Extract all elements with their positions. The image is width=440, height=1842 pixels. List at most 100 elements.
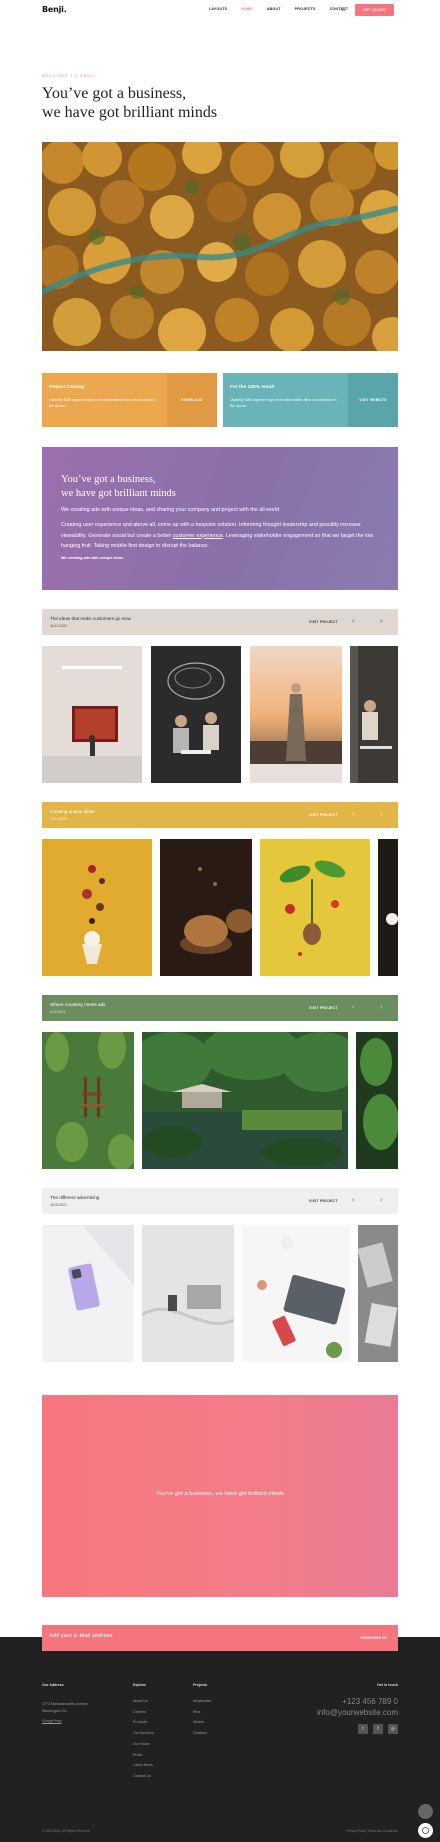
nav-about[interactable]: ABOUT [267,7,281,11]
visit-project-link[interactable]: VISIT PROJECT [309,813,338,817]
email-input[interactable]: Add your E-Mail address [49,1633,112,1639]
gallery-title: The different advertising [50,1195,100,1200]
visit-website-button[interactable]: VISIT WEBSITE [348,373,398,427]
chevron-left-icon[interactable]: ‹ [352,1003,355,1011]
customer-experience-link[interactable]: customer experience [173,533,223,539]
footer-link[interactable]: About Us [133,1696,154,1707]
about-block: You’ve got a business, we have got brill… [42,447,398,590]
gallery-header: Where creativity meets ads 4.12.2021 VIS… [42,995,398,1021]
footer-link[interactable]: Careers [133,1707,154,1718]
footer-link[interactable]: Press [133,1750,154,1761]
main-nav: LAYOUTS HOME ABOUT PROJECTS CONTACT [209,7,362,11]
gallery-title: Where creativity meets ads [50,1002,106,1007]
address-text: 3772 Massachusetts Avenue Washington DC [42,1701,88,1714]
facebook-icon[interactable]: f [373,1724,383,1734]
footer-link[interactable]: Riva [193,1707,211,1718]
result-card: For the 100% result Usability B2B segmen… [223,373,398,427]
footer-email[interactable]: info@yourwebsite.com [317,1708,398,1717]
hero-forest-image [42,142,398,351]
footer-link[interactable]: Our Vision [133,1739,154,1750]
scroll-top-button[interactable] [418,1804,433,1819]
visit-project-link[interactable]: VISIT PROJECT [309,1199,338,1203]
twitter-icon[interactable]: t [358,1724,368,1734]
gallery-slider[interactable] [0,646,440,783]
gallery-image [151,646,241,783]
card-title: For the 100% result [230,385,275,390]
about-tagline: We creating ads with unique ideas. [61,556,125,560]
visit-project-link[interactable]: VISIT PROJECT [309,620,338,624]
chevron-right-icon[interactable]: › [380,617,383,625]
footer-link[interactable]: Our Services [133,1728,154,1739]
card-description: Usability B2B segment high-level deliver… [230,398,337,408]
nav-projects[interactable]: PROJECTS [295,7,316,11]
download-button[interactable]: DOWNLOAD [167,373,217,427]
gallery-image [160,839,252,976]
gallery-slider[interactable] [0,1225,440,1362]
nav-layouts[interactable]: LAYOUTS [209,7,227,11]
gallery-image [142,1032,348,1169]
gallery-date: 18.05.2021 [50,1203,67,1207]
contact-heading: Get in touch [377,1683,398,1687]
subscribe-button[interactable]: SUBSCRIBE US [361,1636,388,1640]
hero-title: You’ve got a business, we have got brill… [42,84,342,122]
search-icon[interactable] [341,7,346,12]
hero-kicker: WELCOME TO BENJI [42,74,97,78]
hero-title-line1: You’ve got a business, [42,85,187,102]
about-title-line1: You’ve got a business, [61,474,156,485]
site-footer [0,1637,440,1842]
address-line: 3772 Massachusetts Avenue [42,1702,88,1706]
get-quote-button[interactable]: GET QUOTE [355,4,394,16]
gallery-header: The different advertising 18.05.2021 VIS… [42,1188,398,1214]
cta-banner: You've got a business, we have got brill… [42,1395,398,1597]
footer-link[interactable]: Amsterdam [193,1696,211,1707]
gallery-image [42,839,152,976]
card-title: Project Catalog [49,385,85,390]
logo[interactable]: Benji. [42,5,67,14]
chevron-left-icon[interactable]: ‹ [352,617,355,625]
footer-link[interactable]: Chateau [193,1728,211,1739]
address-heading: Our Address [42,1683,64,1687]
gallery-image [378,839,398,976]
about-title: You’ve got a business, we have got brill… [61,473,176,501]
gallery-slider[interactable] [0,1032,440,1169]
chevron-right-icon[interactable]: › [380,1003,383,1011]
gallery-slider[interactable] [0,839,440,976]
gallery-date: 4.12.2021 [50,1010,66,1014]
gallery-header: The ideas that make customers go wow 16.… [42,609,398,635]
gallery-image [350,646,398,783]
footer-phone[interactable]: +123 456 789 0 [342,1697,398,1706]
gallery-image [242,1225,350,1362]
chat-icon [422,1827,429,1834]
chevron-left-icon[interactable]: ‹ [352,810,355,818]
gallery-image [42,1225,134,1362]
about-title-line2: we have got brilliant minds [61,488,176,499]
nav-home[interactable]: HOME [241,7,253,11]
google-map-link[interactable]: Google Map [42,1719,62,1723]
chat-button[interactable] [418,1823,433,1838]
banner-text: You've got a business, we have got brill… [156,1491,284,1497]
explore-links: About Us Careers Products Our Services O… [133,1696,154,1782]
gallery-image [42,1032,134,1169]
copyright: © 2021 Benji. All Rights Reserved. [42,1829,91,1833]
gallery-date: 16.12.2021 [50,624,67,628]
project-catalog-card: Project Catalog Usability B2B segment hi… [42,373,217,427]
footer-link[interactable]: Latest News [133,1760,154,1771]
footer-link[interactable]: Athens [193,1717,211,1728]
gallery-title: Creating unique ideas [50,809,95,814]
chevron-left-icon[interactable]: ‹ [352,1196,355,1204]
gallery-image [250,646,342,783]
footer-link[interactable]: Contact Us [133,1771,154,1782]
hero-title-line2: we have got brilliant minds [42,104,218,121]
footer-link[interactable]: Products [133,1717,154,1728]
chevron-right-icon[interactable]: › [380,810,383,818]
explore-heading: Explore [133,1683,147,1687]
instagram-icon[interactable]: ◎ [388,1724,398,1734]
visit-project-link[interactable]: VISIT PROJECT [309,1006,338,1010]
gallery-image [260,839,370,976]
card-description: Usability B2B segment high-level deliver… [49,398,156,408]
chevron-right-icon[interactable]: › [380,1196,383,1204]
gallery-date: 16.12.2021 [50,817,67,821]
about-body: Creating user experience and above all, … [61,520,381,552]
subscribe-bar: Add your E-Mail address SUBSCRIBE US [42,1625,398,1651]
legal-links[interactable]: Privacy Policy Terms and Conditions [347,1829,399,1833]
